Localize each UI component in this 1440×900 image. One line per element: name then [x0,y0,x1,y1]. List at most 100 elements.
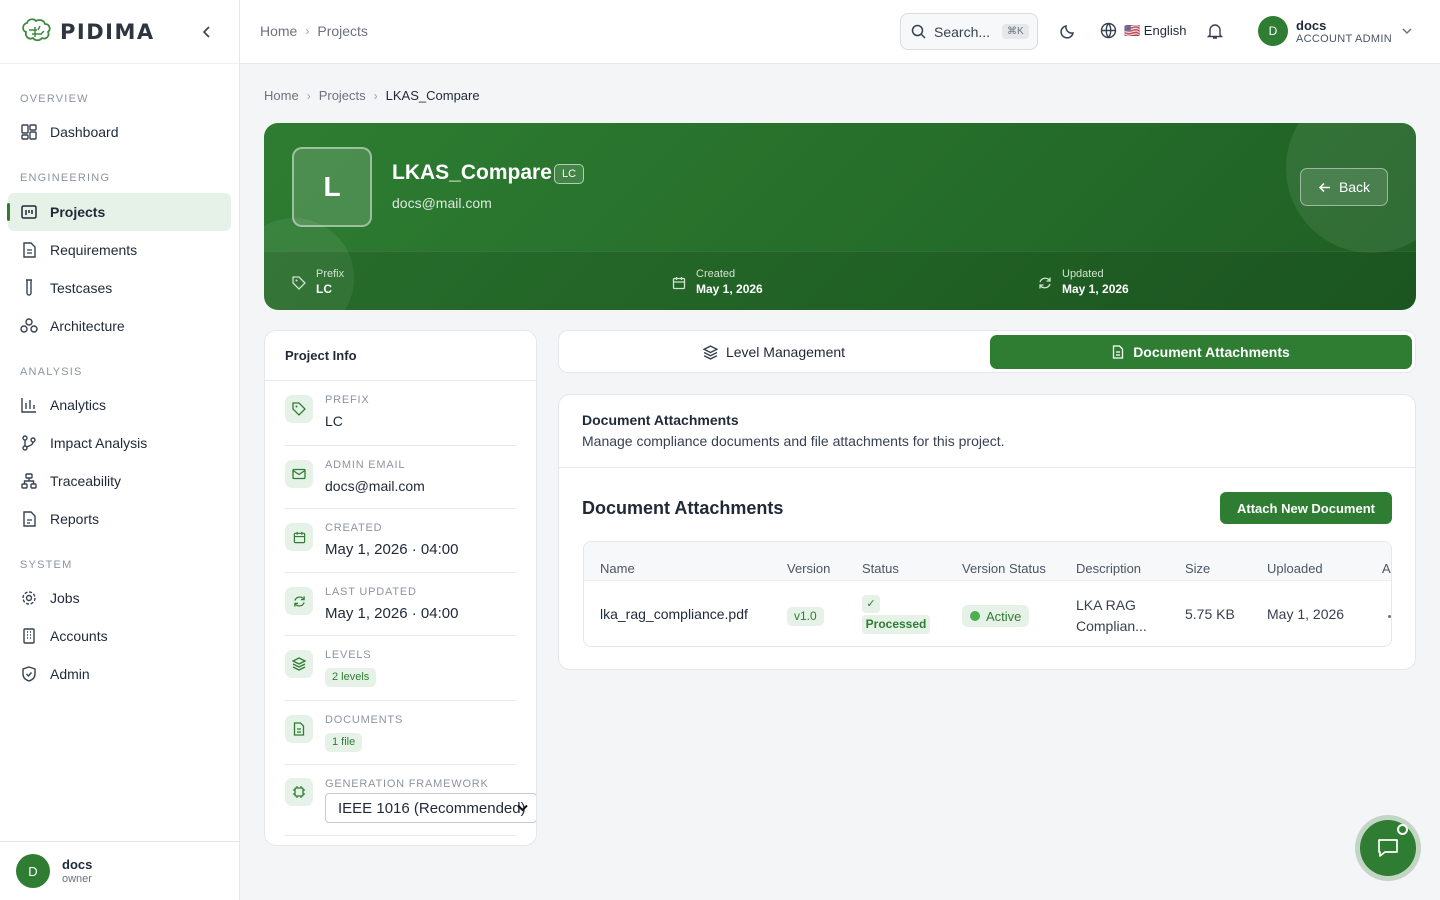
tab-level-management[interactable]: Level Management [563,335,985,369]
card-subtitle: Manage compliance documents and file att… [582,433,1005,449]
chat-status-dot [1397,824,1408,835]
calendar-icon [672,276,686,290]
git-branch-icon [20,434,38,452]
info-label: PREFIX [325,394,370,406]
refresh-icon [1038,276,1052,290]
project-avatar: L [292,147,372,227]
document-uploaded: May 1, 2026 [1267,606,1345,622]
framework-select[interactable]: IEEE 1016 (Recommended) [325,793,536,823]
document-icon [285,715,313,743]
active-dot-icon [970,611,980,621]
document-size: 5.75 KB [1185,606,1235,622]
back-button[interactable]: Back [1300,168,1388,206]
meta-value: LC [316,282,332,296]
chevron-down-icon [517,804,528,812]
sidebar-item-admin[interactable]: Admin [8,655,231,693]
status-text: Processed [862,615,930,634]
avatar: D [16,854,50,888]
sidebar-item-label: Accounts [50,628,108,644]
documents-table: Name Version Status Version Status Descr… [583,541,1392,647]
info-value: LC [325,413,343,429]
nav-section-engineering: ENGINEERING [20,172,111,184]
chat-button[interactable] [1360,820,1416,876]
info-value: May 1, 2026 · 04:00 [325,541,459,558]
shield-icon [20,665,38,683]
project-email: docs@mail.com [392,195,492,211]
info-row-updated: LAST UPDATED May 1, 2026 · 04:00 [285,585,516,636]
info-row-framework: GENERATION FRAMEWORK IEEE 1016 (Recommen… [285,778,536,836]
sidebar-item-dashboard[interactable]: Dashboard [8,113,231,151]
sidebar-user-role: owner [62,873,92,885]
sidebar-item-label: Requirements [50,242,138,258]
info-row-levels: LEVELS 2 levels [285,648,516,701]
column-header: Version [787,561,831,576]
sidebar-item-projects[interactable]: Projects [7,193,231,231]
search-input[interactable]: Search... ⌘K [900,13,1038,50]
gear-icon [20,589,38,607]
meta-updated: Updated May 1, 2026 [1038,268,1129,297]
document-description: LKA RAG Complian... [1076,597,1147,634]
tab-document-attachments[interactable]: Document Attachments [990,335,1412,369]
dark-mode-toggle[interactable] [1059,22,1079,42]
breadcrumb-home[interactable]: Home [260,23,297,39]
user-menu[interactable]: D docs ACCOUNT ADMIN [1258,16,1412,46]
card-title: Document Attachments [582,412,739,428]
notifications-button[interactable] [1206,22,1226,42]
chat-icon [1377,838,1399,858]
sidebar-item-analytics[interactable]: Analytics [8,386,231,424]
search-shortcut: ⌘K [1002,24,1029,39]
sidebar-user[interactable]: D docs owner [0,841,239,900]
sidebar-item-jobs[interactable]: Jobs [8,579,231,617]
info-row-prefix: PREFIX LC [285,393,516,446]
sidebar-item-requirements[interactable]: Requirements [8,231,231,269]
project-title: LKAS_Compare [392,161,552,184]
column-header: Size [1185,561,1211,576]
project-prefix-badge: LC [554,164,585,184]
meta-label: Updated [1062,268,1104,280]
document-name[interactable]: lka_rag_compliance.pdf [600,606,748,622]
breadcrumb-projects[interactable]: Projects [319,88,366,103]
collapse-sidebar-button[interactable] [197,22,217,42]
info-label: LAST UPDATED [325,586,417,598]
language-selector[interactable]: 🇺🇸 English [1100,22,1186,39]
sidebar-item-reports[interactable]: Reports [8,500,231,538]
info-value: docs@mail.com [325,478,425,494]
avatar: D [1258,16,1288,46]
sidebar-item-label: Admin [50,666,90,682]
version-status-badge: Active [962,605,1030,627]
tab-label: Level Management [725,344,846,360]
refresh-icon [285,587,313,615]
info-row-created: CREATED May 1, 2026 · 04:00 [285,521,516,573]
sidebar-item-architecture[interactable]: Architecture [8,307,231,345]
chevron-right-icon: › [306,88,311,103]
sidebar-item-traceability[interactable]: Traceability [8,462,231,500]
attach-new-document-button[interactable]: Attach New Document [1220,492,1392,524]
breadcrumb-projects[interactable]: Projects [317,23,368,39]
levels-badge: 2 levels [325,668,377,687]
test-tube-icon [20,279,38,297]
chip-icon [285,778,313,806]
bar-chart-icon [20,396,38,414]
layers-icon [285,650,313,678]
sidebar-item-accounts[interactable]: Accounts [8,617,231,655]
report-icon [20,510,38,528]
file-icon [1112,345,1124,359]
meta-created: Created May 1, 2026 [672,268,763,297]
main-content: Home › Projects › LKAS_Compare L LKAS_Co… [240,64,1440,900]
table-title: Document Attachments [582,498,784,518]
sidebar-item-impact-analysis[interactable]: Impact Analysis [8,424,231,462]
meta-value: May 1, 2026 [696,282,763,296]
back-label: Back [1338,179,1371,195]
table-row[interactable]: lka_rag_compliance.pdf v1.0 ✓ Processed … [584,580,1391,646]
breadcrumb-home[interactable]: Home [264,88,299,103]
status-badge: ✓ Processed [862,595,930,635]
meta-value: May 1, 2026 [1062,282,1129,296]
version-badge: v1.0 [787,607,824,626]
info-row-email: ADMIN EMAIL docs@mail.com [285,458,516,509]
version-status-text: Active [986,608,1022,624]
actions-overflow-icon[interactable] [1388,615,1391,618]
sidebar-item-testcases[interactable]: Testcases [8,269,231,307]
chevron-right-icon: › [305,24,310,38]
meta-label: Prefix [316,268,345,280]
sidebar-item-label: Analytics [50,397,107,413]
